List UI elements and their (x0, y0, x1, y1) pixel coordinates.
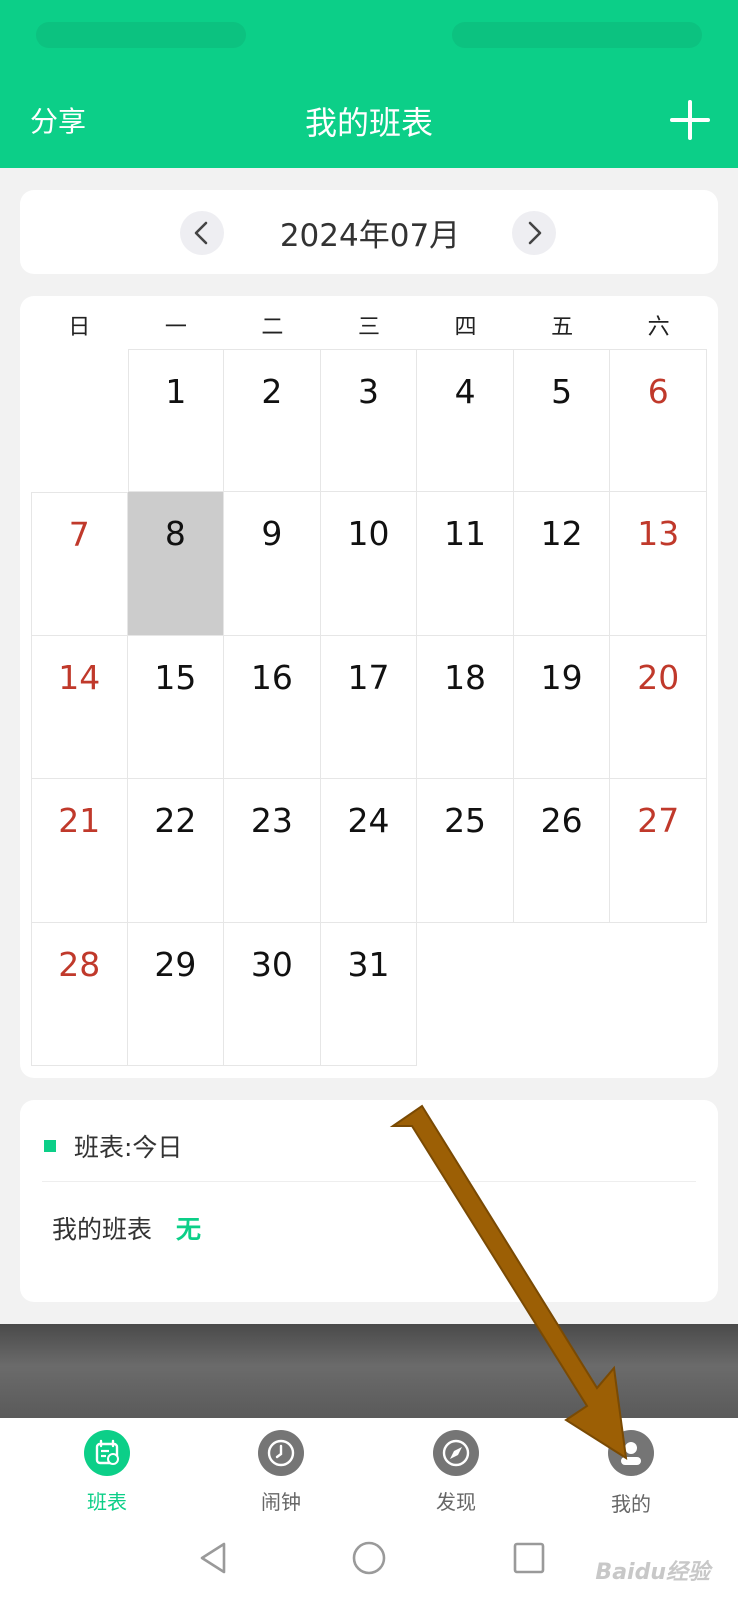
watermark: Baidu经验 (595, 1560, 710, 1585)
page-title: 我的班表 (304, 104, 433, 142)
ad-banner[interactable] (0, 1324, 738, 1418)
tab-label: 闹钟 (261, 1490, 301, 1514)
divider (42, 1181, 696, 1182)
weekday-label: 五 (551, 315, 574, 340)
calendar-empty-cell (514, 923, 611, 1066)
tab-label: 班表 (87, 1490, 127, 1514)
weekday-label: 二 (261, 315, 284, 340)
clock-icon (258, 1430, 304, 1476)
calendar-day-cell[interactable]: 15 (127, 635, 225, 780)
weekday-label: 四 (454, 315, 477, 340)
calendar-empty-cell (610, 923, 707, 1066)
calendar-day-cell[interactable]: 5 (513, 349, 611, 493)
month-navigator: 2024年07月 (20, 190, 718, 274)
compass-icon (433, 1430, 479, 1476)
calendar-day-cell[interactable]: 30 (224, 922, 321, 1066)
calendar-empty-cell (417, 923, 514, 1066)
calendar-day-cell[interactable]: 7 (31, 492, 128, 636)
chevron-right-icon (528, 221, 542, 245)
calendar-day-cell[interactable]: 9 (224, 492, 321, 636)
person-icon (608, 1430, 654, 1476)
recent-apps-icon[interactable] (510, 1536, 548, 1580)
calendar-day-cell[interactable]: 8 (127, 492, 225, 636)
calendar-grid: 1 2 3 4 5 6 7 8 9 10 11 12 13 14 15 16 17 18 19 20 21 22 23 24 2… (31, 349, 707, 1066)
calendar-day-cell[interactable]: 29 (127, 922, 225, 1066)
calendar-day-cell[interactable]: 11 (417, 492, 514, 636)
calendar-day-cell[interactable]: 27 (610, 779, 707, 923)
calendar-day-cell[interactable]: 23 (224, 779, 321, 923)
calendar-day-cell[interactable]: 26 (513, 779, 611, 923)
tab-label: 我的 (611, 1492, 651, 1516)
next-month-button[interactable] (512, 211, 556, 255)
bottom-tab-bar: 班表 闹钟 发现 我的 (0, 1418, 738, 1528)
calendar-day-cell[interactable]: 10 (320, 492, 418, 636)
calendar-icon (84, 1430, 130, 1476)
weekday-label: 一 (164, 315, 187, 340)
tab-schedule[interactable]: 班表 (47, 1430, 167, 1515)
calendar-day-cell[interactable]: 25 (417, 779, 514, 923)
calendar-day-cell[interactable]: 17 (320, 635, 418, 780)
calendar-card: 日 一 二 三 四 五 六 1 2 3 4 5 6 7 8 9 10 11 12 13 14 15 16 17 1… (20, 296, 718, 1078)
calendar-day-cell[interactable]: 2 (224, 349, 321, 493)
back-icon[interactable] (194, 1536, 232, 1580)
weekday-label: 六 (647, 315, 670, 340)
app-header: 分享 我的班表 (0, 0, 738, 168)
calendar-day-cell[interactable]: 3 (320, 349, 418, 493)
month-label: 2024年07月 (279, 218, 461, 254)
calendar-day-cell[interactable]: 20 (610, 635, 707, 780)
app-screen: 分享 我的班表 2024年07月 日 一 二 三 四 五 六 123456789… (0, 0, 738, 1600)
calendar-day-cell[interactable]: 18 (417, 635, 514, 780)
schedule-value: 无 (176, 1215, 202, 1244)
calendar-day-cell[interactable]: 31 (320, 922, 418, 1066)
section-marker-icon (44, 1140, 56, 1152)
tab-alarm[interactable]: 闹钟 (221, 1430, 341, 1515)
calendar-empty-cell (31, 349, 128, 492)
calendar-day-cell[interactable]: 21 (31, 779, 128, 923)
today-schedule-row[interactable]: 我的班表 无 (52, 1210, 201, 1246)
plus-icon[interactable] (670, 100, 710, 140)
calendar-day-cell[interactable]: 1 (127, 349, 225, 493)
calendar-day-cell[interactable]: 12 (513, 492, 611, 636)
schedule-name: 我的班表 (52, 1215, 153, 1244)
chevron-left-icon (194, 221, 208, 245)
today-panel-title: 班表:今日 (74, 1133, 183, 1162)
calendar-day-cell[interactable]: 13 (610, 492, 707, 636)
weekday-label: 三 (357, 315, 380, 340)
today-panel: 班表:今日 我的班表 无 (20, 1100, 718, 1302)
tab-mine[interactable]: 我的 (571, 1430, 691, 1517)
calendar-day-cell[interactable]: 19 (513, 635, 611, 780)
tab-discover[interactable]: 发现 (396, 1430, 516, 1515)
calendar-day-cell[interactable]: 28 (31, 922, 128, 1066)
weekday-label: 日 (68, 315, 91, 340)
status-bar (0, 0, 738, 70)
calendar-day-cell[interactable]: 22 (127, 779, 225, 923)
home-icon[interactable] (350, 1536, 388, 1580)
calendar-day-cell[interactable]: 24 (320, 779, 418, 923)
calendar-day-cell[interactable]: 16 (224, 635, 321, 780)
weekday-header: 日 一 二 三 四 五 六 (31, 308, 707, 348)
calendar-day-cell[interactable]: 4 (417, 349, 514, 493)
calendar-day-cell[interactable]: 6 (610, 349, 707, 493)
calendar-day-cell[interactable]: 14 (31, 635, 128, 780)
tab-label: 发现 (436, 1490, 476, 1514)
prev-month-button[interactable] (180, 211, 224, 255)
